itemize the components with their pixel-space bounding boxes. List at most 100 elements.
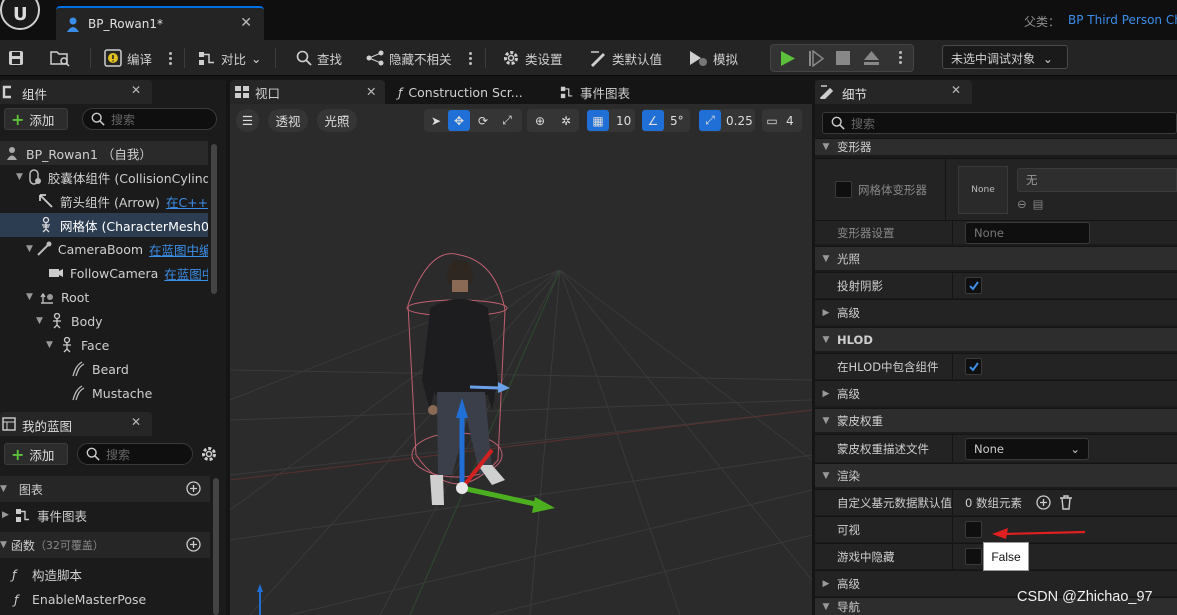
tab-event-graph[interactable]: 事件图表 [560, 80, 630, 104]
tab-viewport[interactable]: 视口 ✕ [230, 80, 385, 104]
close-icon[interactable]: ✕ [131, 415, 141, 429]
browse-button[interactable] [50, 40, 70, 76]
asset-picker[interactable]: 无 [1017, 168, 1177, 192]
hidden-in-game-checkbox[interactable] [965, 548, 982, 565]
event-graph-item[interactable]: ▶ 事件图表 [0, 503, 208, 527]
tree-item-body[interactable]: ▼ Body [0, 309, 208, 333]
rotation-snap-group[interactable]: ∠ 5° [642, 109, 690, 132]
rotate-tool-icon[interactable]: ⟳ [470, 114, 496, 128]
class-settings-button[interactable]: 类设置 [502, 40, 563, 76]
event-graph-icon [560, 86, 573, 99]
tree-item-beard[interactable]: Beard [0, 357, 208, 381]
settings-gear-icon[interactable] [200, 445, 218, 463]
perspective-button[interactable]: 透视 [268, 109, 308, 132]
add-element-icon[interactable] [1036, 495, 1051, 510]
save-button[interactable] [8, 40, 24, 76]
hide-unrelated-button[interactable]: 隐藏不相关 [366, 40, 452, 76]
add-blueprint-item-button[interactable]: + 添加 [4, 443, 68, 465]
components-tab[interactable]: 组件 ✕ [0, 80, 152, 104]
components-scrollbar[interactable] [211, 144, 217, 294]
surface-snap-icon[interactable]: ✲ [553, 114, 579, 128]
my-blueprint-tab-label: 我的蓝图 [22, 419, 73, 434]
cast-shadow-checkbox[interactable] [965, 277, 982, 294]
close-icon[interactable]: ✕ [951, 83, 961, 97]
edit-in-cpp-link[interactable]: 在C++中 [166, 192, 208, 211]
world-space-icon[interactable]: ⊕ [527, 114, 553, 128]
functions-section[interactable]: ▼ 函数 （32可覆盖） [0, 532, 210, 558]
tree-item-mesh[interactable]: 网格体 (CharacterMesh0) [0, 213, 208, 237]
tree-item-cameraboom[interactable]: ▼ CameraBoom 在蓝图中编 [0, 237, 208, 261]
hlod-include-checkbox[interactable] [965, 358, 982, 375]
close-icon[interactable]: ✕ [131, 83, 141, 97]
enable-master-pose-item[interactable]: ƒ EnableMasterPose [0, 587, 208, 611]
details-tab[interactable]: 细节 ✕ [815, 80, 972, 104]
components-search-input[interactable]: 搜索 [82, 108, 217, 130]
trash-icon[interactable] [1059, 495, 1073, 510]
class-defaults-button[interactable]: 类默认值 [589, 40, 662, 76]
scale-tool-icon[interactable]: ⤢ [496, 113, 518, 128]
category-deformer[interactable]: ▼ 变形器 [815, 138, 1177, 155]
select-tool-icon[interactable]: ➤ [424, 114, 448, 128]
tree-item-mustache[interactable]: Mustache [0, 381, 208, 405]
camera-icon [49, 269, 63, 277]
array-count: 0 数组元素 [965, 495, 1022, 510]
play-options-icon[interactable] [899, 49, 903, 66]
grid-snap-group[interactable]: ▦ 10 [587, 109, 635, 132]
edit-in-blueprint-link[interactable]: 在蓝图中 [164, 264, 208, 283]
close-icon[interactable]: ✕ [240, 15, 252, 31]
browse-folder-icon[interactable]: ▤ [1033, 197, 1044, 211]
stop-icon[interactable] [836, 51, 850, 65]
tree-item-followcamera[interactable]: FollowCamera 在蓝图中 [0, 261, 208, 285]
find-button[interactable]: 查找 [296, 40, 342, 76]
visible-checkbox[interactable] [965, 521, 982, 538]
graphs-section[interactable]: ▼ 图表 [0, 476, 210, 502]
lit-mode-button[interactable]: 光照 [317, 109, 357, 132]
viewport[interactable] [230, 80, 812, 615]
more-options-icon[interactable] [469, 50, 473, 67]
parent-class-link[interactable]: BP Third Person Ch [1068, 13, 1177, 27]
category-rendering[interactable]: ▼ 渲染 [815, 463, 1177, 487]
add-function-icon[interactable] [186, 537, 201, 552]
use-selected-icon[interactable]: ⊖ [1017, 197, 1027, 211]
blueprint-scrollbar[interactable] [213, 478, 219, 615]
tree-item-arrow[interactable]: 箭头组件 (Arrow) 在C++中 [0, 189, 208, 213]
play-icon[interactable] [780, 50, 796, 67]
tab-construction-script[interactable]: ƒ Construction Scr... [398, 80, 523, 104]
diff-button[interactable]: 对比 ⌄ [198, 40, 262, 76]
lighting-advanced[interactable]: ▶ 高级 [815, 299, 1177, 325]
document-tab[interactable]: BP_Rowan1* ✕ [56, 6, 264, 40]
asset-thumbnail[interactable]: None [958, 165, 1008, 214]
add-graph-icon[interactable] [186, 481, 201, 496]
tree-item-root-bone[interactable]: ▼ Root [0, 285, 208, 309]
compile-button[interactable]: 编译 [104, 40, 152, 76]
construction-script-item[interactable]: ƒ 构造脚本 [0, 562, 208, 586]
my-blueprint-tab[interactable]: 我的蓝图 ✕ [0, 412, 152, 436]
skin-weight-profile-select[interactable]: None ⌄ [965, 437, 1089, 460]
category-skin-weights[interactable]: ▼ 蒙皮权重 [815, 408, 1177, 432]
step-icon[interactable] [808, 50, 824, 67]
add-component-button[interactable]: + 添加 [4, 108, 68, 130]
compile-options-icon[interactable] [169, 50, 173, 67]
search-icon [91, 112, 105, 126]
camera-speed-group[interactable]: ▭ 4 [762, 109, 802, 132]
move-tool-icon[interactable]: ✥ [448, 110, 470, 131]
close-icon[interactable]: ✕ [366, 84, 376, 99]
details-search-input[interactable]: 搜索 [822, 112, 1177, 134]
skeleton-icon [53, 313, 61, 329]
hlod-advanced[interactable]: ▶ 高级 [815, 380, 1177, 406]
eject-icon[interactable] [863, 50, 880, 66]
tree-item-root[interactable]: BP_Rowan1 （自我） [0, 141, 208, 165]
viewport-menu-button[interactable]: ☰ [236, 109, 259, 132]
category-hlod[interactable]: ▼ HLOD [815, 327, 1177, 351]
tree-item-capsule[interactable]: ▼ 胶囊体组件 (CollisionCylind [0, 165, 208, 189]
blueprint-search-input[interactable]: 搜索 [77, 443, 193, 465]
mesh-deformer-checkbox[interactable] [835, 181, 852, 198]
category-lighting[interactable]: ▼ 光照 [815, 246, 1177, 270]
simulate-button[interactable]: 模拟 [688, 40, 738, 76]
tree-item-face[interactable]: ▼ Face [0, 333, 208, 357]
debug-object-select[interactable]: 未选中调试对象 ⌄ [942, 45, 1068, 69]
scale-snap-group[interactable]: ⤢ 0.25 [699, 109, 755, 132]
prop-skin-weight-profile: 蒙皮权重描述文件 None ⌄ [815, 434, 1177, 462]
skeleton-icon [63, 337, 71, 353]
edit-in-blueprint-link[interactable]: 在蓝图中编 [149, 240, 208, 259]
